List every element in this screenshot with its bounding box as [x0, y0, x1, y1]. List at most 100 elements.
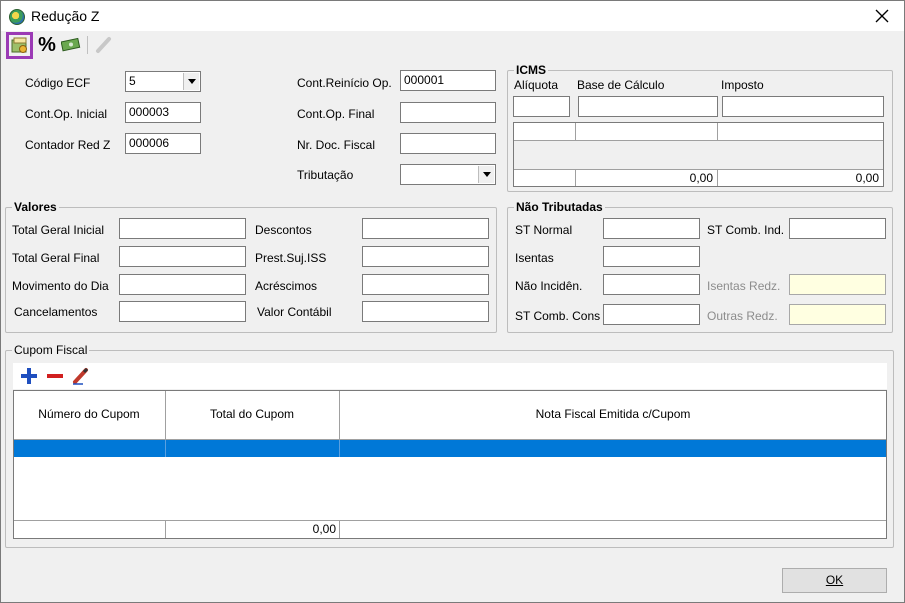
grid-line: [717, 123, 718, 140]
contador-red-z-field[interactable]: 000006: [125, 133, 201, 154]
tributacao-label: Tributação: [297, 168, 354, 182]
cont-op-inicial-label: Cont.Op. Inicial: [25, 107, 108, 121]
isentas-label: Isentas: [515, 251, 554, 265]
cupom-toolbar: [13, 363, 887, 389]
imposto-field[interactable]: [722, 96, 884, 117]
icms-grid-row[interactable]: [514, 123, 883, 140]
percent-button[interactable]: %: [35, 33, 59, 57]
acrescimos-field[interactable]: [362, 274, 489, 295]
st-comb-ind-field[interactable]: [789, 218, 886, 239]
edit-icon: [96, 37, 111, 53]
percent-icon: %: [38, 34, 56, 56]
icms-grid[interactable]: 0,00 0,00: [513, 122, 884, 187]
cancelamentos-label: Cancelamentos: [14, 305, 98, 319]
add-button[interactable]: [19, 366, 39, 386]
cupom-grid-empty-area: [14, 457, 886, 520]
tributacao-select[interactable]: [400, 164, 496, 185]
table-row[interactable]: [14, 440, 886, 457]
pencil-icon: [73, 367, 89, 385]
st-normal-field[interactable]: [603, 218, 700, 239]
contador-red-z-label: Contador Red Z: [25, 138, 111, 152]
toolbar: %: [1, 31, 904, 61]
money-button[interactable]: [59, 33, 83, 57]
remove-button[interactable]: [45, 366, 65, 386]
prest-suj-iss-label: Prest.Suj.ISS: [255, 251, 327, 265]
cupom-total-row: 0,00: [14, 521, 886, 538]
icms-total-base: 0,00: [689, 171, 713, 185]
isentas-redz-label: Isentas Redz.: [707, 279, 781, 293]
edit-button[interactable]: [91, 33, 115, 57]
minus-icon: [47, 374, 63, 378]
codigo-ecf-value: 5: [129, 74, 136, 88]
grid-line: [339, 521, 340, 538]
isentas-redz-field: [789, 274, 886, 295]
edit-cupom-button[interactable]: [71, 366, 91, 386]
nao-tributadas-title: Não Tributadas: [514, 200, 605, 214]
valor-contabil-label: Valor Contábil: [257, 305, 332, 319]
close-icon: [875, 9, 889, 23]
total-geral-inicial-field[interactable]: [119, 218, 246, 239]
base-calculo-field[interactable]: [578, 96, 718, 117]
cont-op-inicial-field[interactable]: 000003: [125, 102, 201, 123]
outras-redz-field: [789, 304, 886, 325]
movimento-do-dia-label: Movimento do Dia: [12, 279, 109, 293]
money-icon: [60, 37, 81, 52]
grid-line: [339, 391, 340, 439]
outras-redz-label: Outras Redz.: [707, 309, 778, 323]
col-nota-fiscal[interactable]: Nota Fiscal Emitida c/Cupom: [340, 407, 886, 421]
grid-line: [514, 169, 883, 170]
grid-line: [165, 391, 166, 439]
cancelamentos-field[interactable]: [119, 301, 246, 322]
icms-total-imposto: 0,00: [855, 171, 879, 185]
isentas-field[interactable]: [603, 246, 700, 267]
prest-suj-iss-field[interactable]: [362, 246, 489, 267]
imposto-label: Imposto: [721, 78, 764, 92]
descontos-field[interactable]: [362, 218, 489, 239]
cupom-grid[interactable]: Número do Cupom Total do Cupom Nota Fisc…: [13, 390, 887, 539]
valor-contabil-field[interactable]: [362, 301, 489, 322]
col-total-cupom[interactable]: Total do Cupom: [166, 407, 338, 421]
chevron-down-icon[interactable]: [183, 73, 199, 90]
codigo-ecf-select[interactable]: 5: [125, 71, 201, 92]
window-title: Redução Z: [31, 8, 100, 24]
col-numero-cupom[interactable]: Número do Cupom: [14, 407, 164, 421]
ok-button[interactable]: OK: [782, 568, 887, 593]
ok-label: OK: [825, 573, 844, 587]
nao-incidencia-field[interactable]: [603, 274, 700, 295]
title-bar: Redução Z: [1, 1, 904, 31]
cont-reinicio-field[interactable]: 000001: [400, 70, 496, 91]
total-geral-final-label: Total Geral Final: [12, 251, 100, 265]
app-icon: [9, 9, 25, 25]
icms-title: ICMS: [514, 63, 548, 77]
nr-doc-fiscal-label: Nr. Doc. Fiscal: [297, 138, 376, 152]
cupom-fiscal-title: Cupom Fiscal: [12, 343, 90, 357]
acrescimos-label: Acréscimos: [255, 279, 318, 293]
aliquota-label: Alíquota: [514, 78, 559, 92]
nr-doc-fiscal-field[interactable]: [400, 133, 496, 154]
movimento-do-dia-field[interactable]: [119, 274, 246, 295]
base-calculo-label: Base de Cálculo: [577, 78, 665, 92]
aliquota-field[interactable]: [513, 96, 570, 117]
descontos-label: Descontos: [255, 223, 312, 237]
save-button[interactable]: [6, 32, 33, 59]
st-comb-cons-label: ST Comb. Cons: [515, 309, 601, 323]
grid-line: [165, 440, 166, 457]
close-button[interactable]: [866, 3, 898, 29]
st-comb-cons-field[interactable]: [603, 304, 700, 325]
chevron-down-icon[interactable]: [478, 166, 494, 183]
codigo-ecf-label: Código ECF: [25, 76, 91, 90]
nao-incidencia-label: Não Incidên.: [515, 279, 583, 293]
cupom-total-value: 0,00: [312, 522, 336, 536]
total-geral-final-field[interactable]: [119, 246, 246, 267]
grid-line: [514, 140, 883, 141]
cont-op-final-field[interactable]: [400, 102, 496, 123]
total-geral-inicial-label: Total Geral Inicial: [12, 223, 105, 237]
reducao-z-dialog: Redução Z % Código ECF 5 Cont.Op. Inicia…: [0, 0, 905, 603]
toolbar-separator: [87, 36, 88, 54]
st-comb-ind-label: ST Comb. Ind.: [707, 223, 785, 237]
valores-title: Valores: [12, 200, 59, 214]
cont-op-final-label: Cont.Op. Final: [297, 107, 375, 121]
save-icon: [11, 37, 27, 53]
cont-reinicio-label: Cont.Reinício Op.: [297, 76, 392, 90]
plus-icon: [21, 368, 37, 384]
